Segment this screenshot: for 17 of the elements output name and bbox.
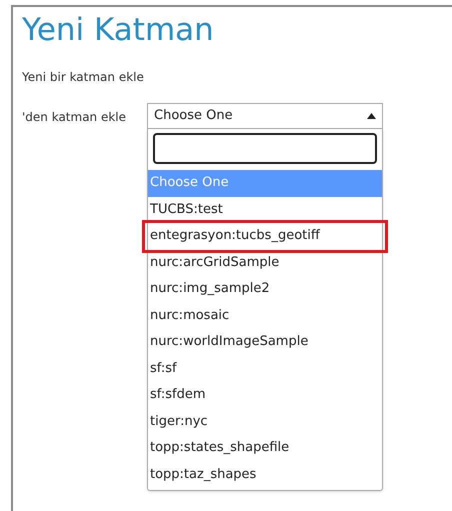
field-label: 'den katman ekle bbox=[22, 109, 128, 125]
dropdown-option[interactable]: nurc:mosaic bbox=[148, 302, 382, 329]
dropdown-option[interactable]: nurc:img_sample2 bbox=[148, 276, 382, 302]
dropdown-option[interactable]: topp:states_shapefile bbox=[148, 435, 382, 462]
dropdown-option[interactable]: tiger:nyc bbox=[148, 408, 382, 435]
dropdown-option[interactable]: TUCBS:test bbox=[148, 196, 382, 223]
subtitle: Yeni bir katman ekle bbox=[22, 69, 145, 85]
page-title: Yeni Katman bbox=[22, 11, 215, 49]
caret-up-icon bbox=[367, 113, 376, 119]
dropdown-option[interactable]: nurc:arcGridSample bbox=[148, 250, 382, 276]
dropdown-option[interactable]: nurc:worldImageSample bbox=[148, 329, 382, 356]
dropdown-option[interactable]: sf:sfdem bbox=[148, 382, 382, 408]
dropdown-option[interactable]: topp:taz_shapes bbox=[148, 462, 382, 488]
dropdown-option[interactable]: entegrasyon:tucbs_geotiff bbox=[145, 223, 385, 250]
dropdown-select[interactable]: Choose One bbox=[147, 103, 383, 129]
search-field[interactable] bbox=[153, 133, 377, 164]
dropdown-option[interactable]: sf:sf bbox=[148, 356, 382, 382]
